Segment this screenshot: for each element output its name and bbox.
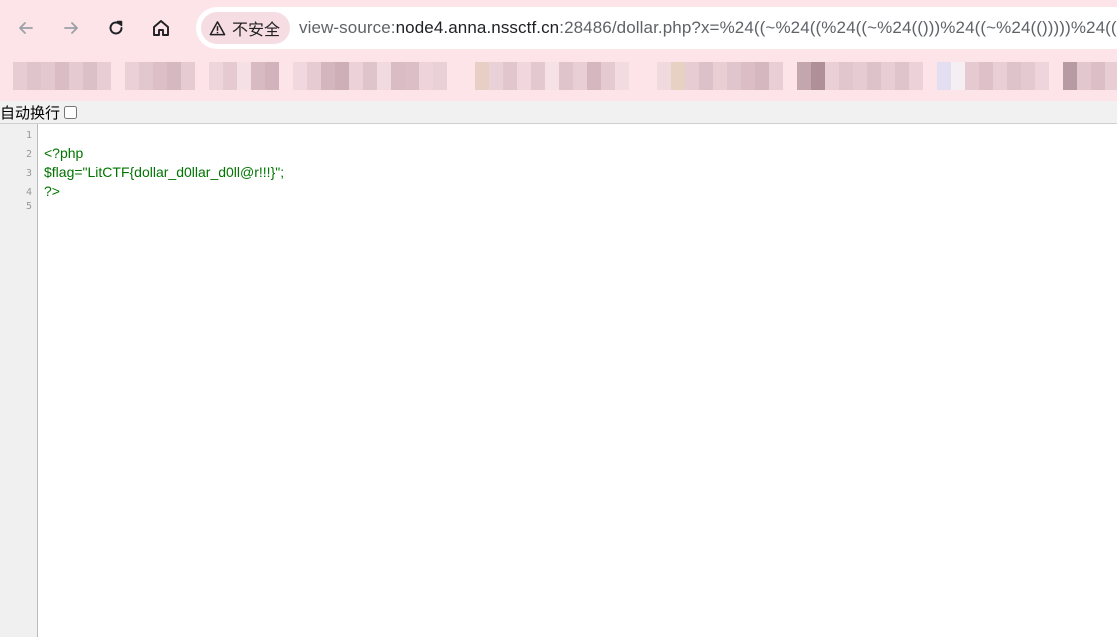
- line-wrap-label: 自动换行: [0, 104, 61, 122]
- line-number: 4: [25, 187, 32, 198]
- line-number: 5: [25, 201, 32, 212]
- bookmark-item[interactable]: [13, 62, 111, 90]
- source-line: <?php: [44, 145, 84, 161]
- bookmark-item[interactable]: [657, 62, 783, 90]
- line-wrap-toggle[interactable]: 自动换行: [0, 102, 78, 123]
- bookmark-item[interactable]: [797, 62, 923, 90]
- line-number: 1: [25, 130, 32, 141]
- source-view: 1 2 3 4 5 <?php $flag="LitCTF{dollar_d0l…: [0, 124, 1117, 637]
- home-button[interactable]: [143, 10, 179, 46]
- warning-triangle-icon: [209, 20, 226, 35]
- reload-button[interactable]: [98, 10, 134, 46]
- bookmark-item[interactable]: [937, 62, 1049, 90]
- bookmark-item[interactable]: [209, 62, 279, 90]
- url-rest: :28486/dollar.php?x=%24((~%24((%24((~%24…: [559, 18, 1117, 37]
- arrow-left-icon: [19, 22, 33, 34]
- bookmark-item[interactable]: [293, 62, 447, 90]
- bookmarks-bar: [0, 56, 1117, 101]
- url-host: node4.anna.nssctf.cn: [395, 18, 560, 37]
- url-text[interactable]: view-source:node4.anna.nssctf.cn:28486/d…: [299, 7, 1117, 49]
- security-label: 不安全: [232, 22, 281, 39]
- bookmark-item[interactable]: [125, 62, 195, 90]
- line-number-gutter: 1 2 3 4 5: [0, 124, 38, 637]
- home-icon: [153, 20, 169, 36]
- source-line: $flag="LitCTF{dollar_d0llar_d0ll@r!!!}";: [44, 164, 285, 180]
- line-wrap-checkbox[interactable]: [64, 105, 78, 119]
- line-number: 2: [25, 149, 32, 160]
- reload-icon: [109, 20, 123, 35]
- back-button[interactable]: [8, 10, 44, 46]
- forward-button[interactable]: [53, 10, 89, 46]
- line-number: 3: [25, 168, 32, 179]
- line-wrap-bar: 自动换行: [0, 101, 1117, 124]
- arrow-right-icon: [64, 22, 78, 34]
- bookmark-item[interactable]: [475, 62, 629, 90]
- source-line: ?>: [44, 183, 60, 199]
- bookmark-item[interactable]: [1063, 62, 1117, 90]
- security-indicator[interactable]: 不安全: [201, 12, 291, 44]
- address-bar[interactable]: 不安全 view-source:node4.anna.nssctf.cn:284…: [196, 7, 1117, 49]
- browser-toolbar: 不安全 view-source:node4.anna.nssctf.cn:284…: [0, 0, 1117, 56]
- url-prefix: view-source:: [299, 18, 396, 37]
